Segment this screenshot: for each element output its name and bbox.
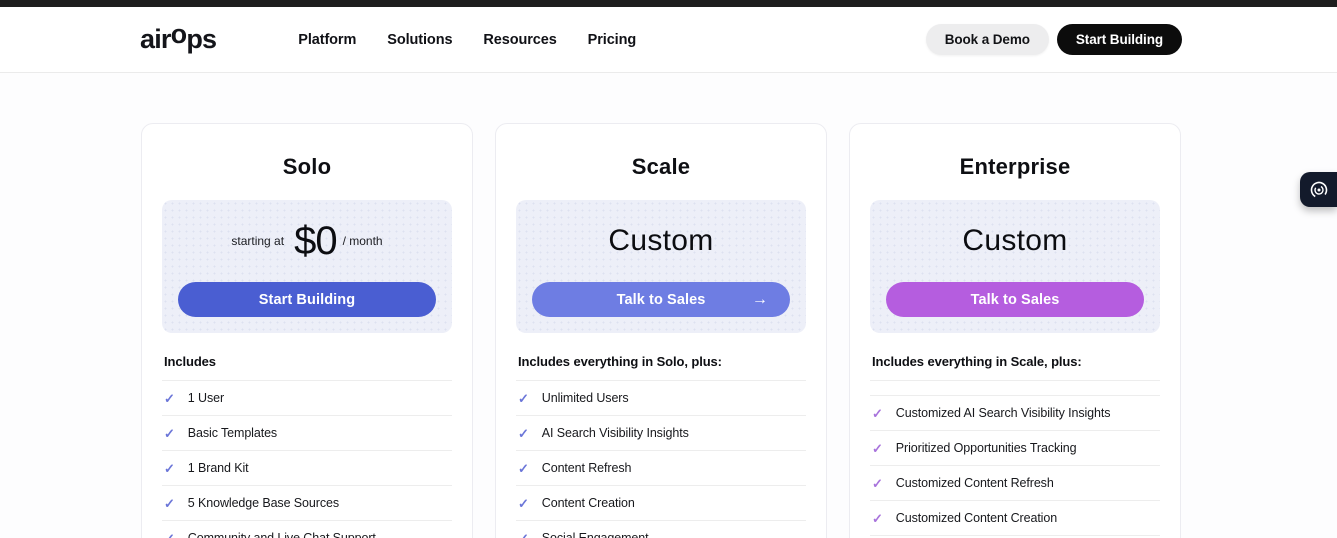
nav-item-platform[interactable]: Platform	[298, 32, 356, 48]
feature-row: ✓ Customized Content Creation	[870, 500, 1160, 535]
arrow-right-icon: →	[751, 290, 768, 308]
feature-row: ✓ Unlimited Users	[516, 380, 806, 415]
nav-item-resources[interactable]: Resources	[483, 32, 556, 48]
check-icon: ✓	[518, 460, 529, 476]
feature-label: Basic Templates	[187, 426, 278, 440]
feature-row: ✓ Content Creation	[516, 485, 806, 520]
feature-label: Community and Live Chat Support	[187, 531, 376, 538]
feature-label: Social Engagement	[541, 531, 649, 538]
check-icon: ✓	[164, 495, 175, 511]
feature-row: ✓ Social Engagement	[516, 520, 806, 538]
top-bar	[0, 0, 1337, 7]
pricing-section: Solo starting at $0 / month Start Buildi…	[0, 73, 1337, 538]
feature-row: ✓ AI Search Visibility Insights	[516, 415, 806, 450]
site-header: airops Platform Solutions Resources Pric…	[0, 7, 1337, 73]
feature-row: ✓ Customized Content Refresh	[870, 465, 1160, 500]
feature-label: 1 User	[187, 391, 225, 405]
logo-text: o	[170, 19, 187, 49]
price-box: starting at $0 / month Start Building	[162, 200, 452, 333]
features-list: Includes ✓ 1 User ✓ Basic Templates ✓ 1 Bra…	[162, 354, 452, 538]
feature-label: Content Creation	[541, 496, 635, 510]
nav-item-pricing[interactable]: Pricing	[588, 32, 637, 48]
airops-logo[interactable]: airops	[140, 19, 217, 55]
talk-to-sales-cta[interactable]: Talk to Sales →	[532, 282, 790, 317]
includes-label: Includes everything in Scale, plus:	[872, 354, 1082, 369]
check-icon: ✓	[872, 510, 883, 526]
check-icon: ✓	[164, 390, 175, 406]
check-icon: ✓	[518, 530, 529, 538]
price-box: Custom Talk to Sales	[870, 200, 1160, 333]
check-icon: ✓	[518, 495, 529, 511]
feature-row: ✓ Prioritized Opportunities Tracking	[870, 430, 1160, 465]
check-icon: ✓	[872, 405, 883, 421]
logo-text: ps	[186, 24, 217, 54]
logo-text: air	[140, 24, 171, 54]
check-icon: ✓	[164, 530, 175, 538]
price-suffix: / month	[342, 234, 383, 248]
includes-label: Includes	[164, 354, 216, 369]
feature-row-empty	[870, 380, 1160, 395]
accessibility-widget-button[interactable]	[1300, 172, 1337, 207]
check-icon: ✓	[164, 425, 175, 441]
check-icon: ✓	[872, 475, 883, 491]
price-value: $0	[294, 218, 337, 263]
feature-label: 5 Knowledge Base Sources	[187, 496, 339, 510]
cta-label: Talk to Sales	[616, 291, 706, 308]
price-line: Custom	[886, 200, 1144, 282]
feature-row: ✓ Basic Templates	[162, 415, 452, 450]
feature-label: Prioritized Opportunities Tracking	[895, 441, 1077, 455]
feature-row: ✓ 5 Knowledge Base Sources	[162, 485, 452, 520]
features-list: Includes everything in Solo, plus: ✓ Unli…	[516, 354, 806, 538]
cta-label: Talk to Sales	[970, 291, 1060, 308]
price-line: starting at $0 / month	[178, 200, 436, 282]
feature-label: AI Search Visibility Insights	[541, 426, 689, 440]
feature-label: Customized AI Search Visibility Insights	[895, 406, 1111, 420]
accessibility-target-icon	[1310, 181, 1327, 198]
feature-label: Customized Content Refresh	[895, 476, 1054, 490]
main-nav: Platform Solutions Resources Pricing	[298, 32, 636, 48]
pricing-card-enterprise: Enterprise Custom Talk to Sales Includes…	[849, 123, 1181, 538]
header-actions: Book a Demo Start Building	[925, 24, 1182, 55]
feature-row: ✓ Community and Live Chat Support	[162, 520, 452, 538]
feature-row: ✓ 1 User	[162, 380, 452, 415]
feature-label: Unlimited Users	[541, 391, 629, 405]
pricing-card-scale: Scale Custom Talk to Sales → Includes eve…	[495, 123, 827, 538]
feature-label: Customized Content Creation	[895, 511, 1058, 525]
plan-title: Solo	[282, 154, 332, 179]
price-value: Custom	[962, 224, 1068, 257]
start-building-cta[interactable]: Start Building	[178, 282, 436, 317]
pricing-card-solo: Solo starting at $0 / month Start Buildi…	[141, 123, 473, 538]
feature-label: 1 Brand Kit	[187, 461, 249, 475]
price-prefix: starting at	[231, 234, 285, 248]
check-icon: ✓	[518, 425, 529, 441]
feature-row: ✓ Content Refresh	[516, 450, 806, 485]
start-building-button[interactable]: Start Building	[1056, 24, 1182, 55]
plan-title: Scale	[631, 154, 691, 179]
book-demo-button[interactable]: Book a Demo	[925, 24, 1049, 55]
feature-row: ✓ Customized AI Search Visibility Insight…	[870, 395, 1160, 430]
feature-label: Content Refresh	[541, 461, 632, 475]
plan-title: Enterprise	[959, 154, 1071, 179]
talk-to-sales-cta[interactable]: Talk to Sales	[886, 282, 1144, 317]
price-line: Custom	[532, 200, 790, 282]
includes-label: Includes everything in Solo, plus:	[518, 354, 722, 369]
features-list: Includes everything in Scale, plus: ✓ Cus…	[870, 354, 1160, 538]
check-icon: ✓	[164, 460, 175, 476]
nav-item-solutions[interactable]: Solutions	[387, 32, 452, 48]
feature-row: ✓ 1 Brand Kit	[162, 450, 452, 485]
check-icon: ✓	[518, 390, 529, 406]
price-box: Custom Talk to Sales →	[516, 200, 806, 333]
check-icon: ✓	[872, 440, 883, 456]
price-value: Custom	[608, 224, 714, 257]
